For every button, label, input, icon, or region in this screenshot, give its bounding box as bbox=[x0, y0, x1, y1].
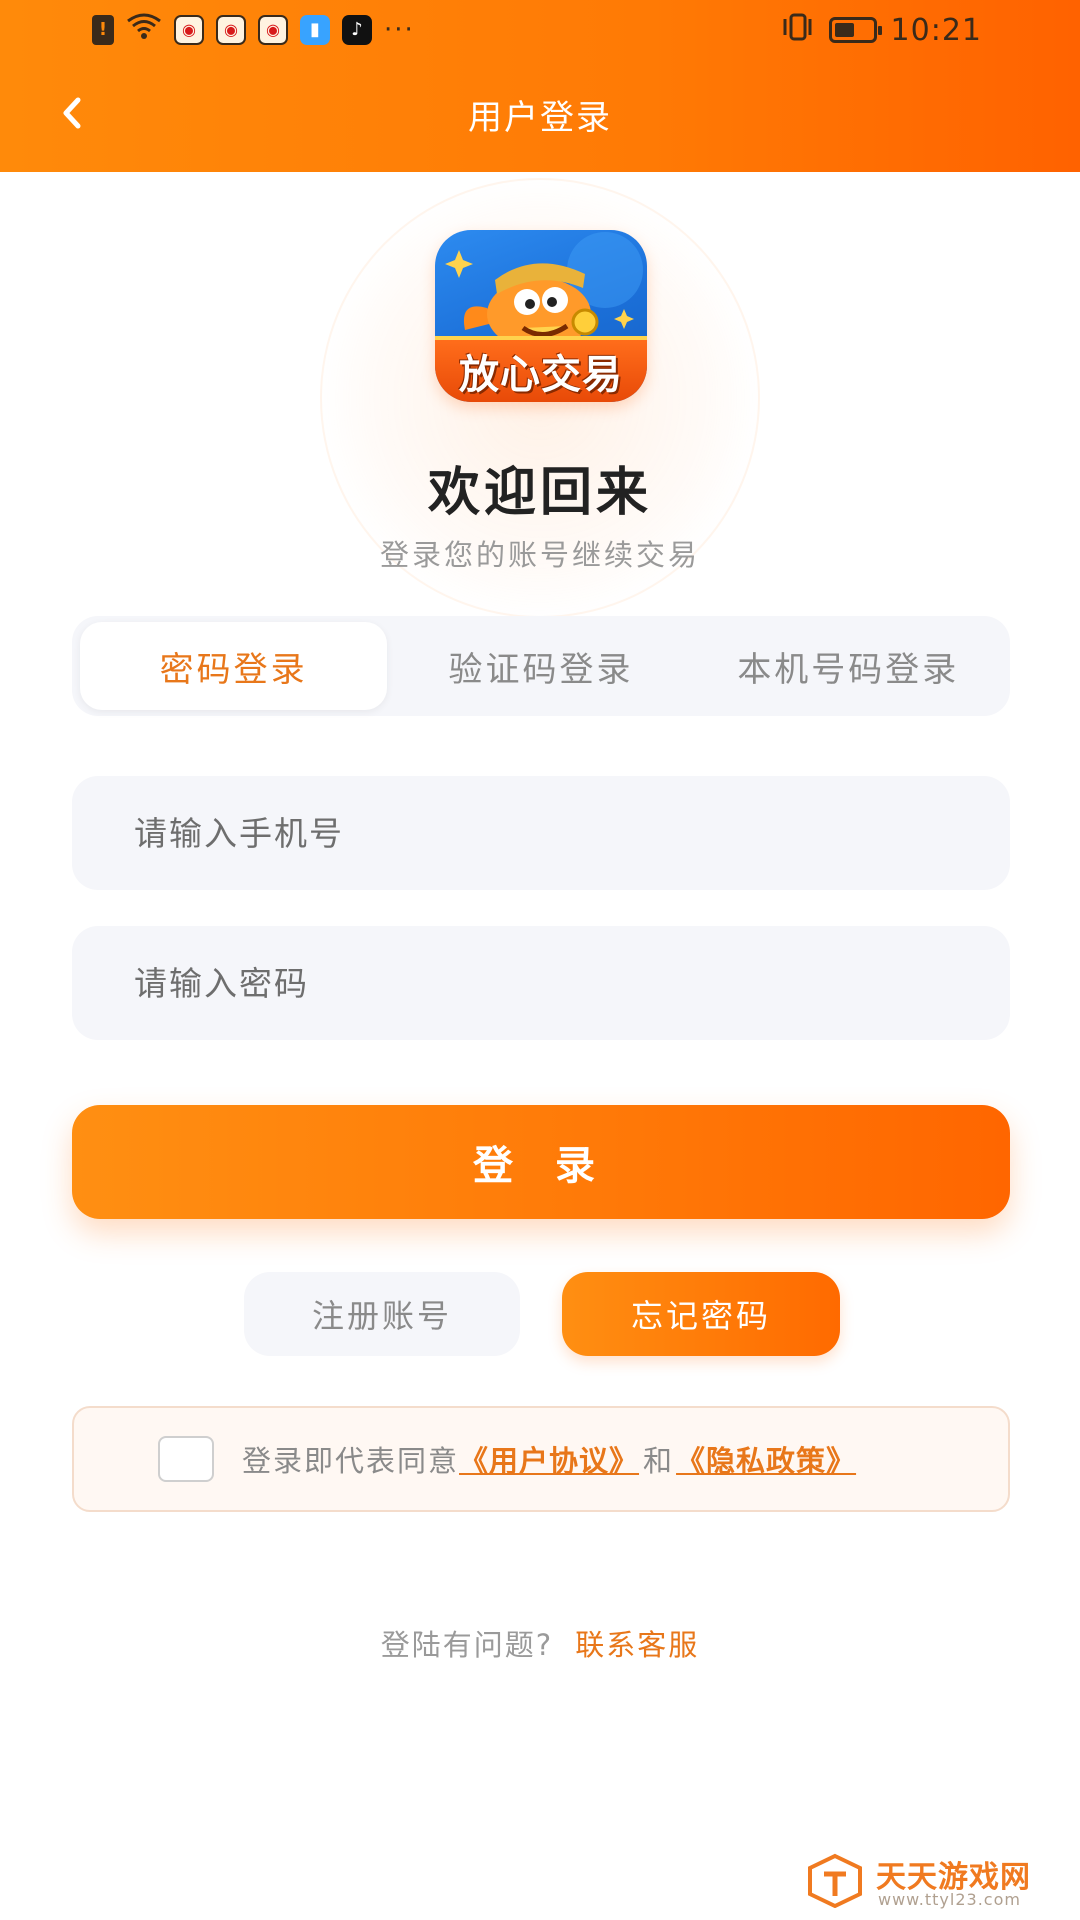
phone-field bbox=[72, 776, 1010, 890]
site-watermark: 天天游戏网 www.ttyl23.com bbox=[806, 1852, 1056, 1909]
warning-icon: ! bbox=[92, 15, 114, 45]
agreement-and: 和 bbox=[643, 1444, 673, 1478]
logo-banner-text: 放心交易 bbox=[435, 336, 647, 402]
tab-local-number-login[interactable]: 本机号码登录 bbox=[695, 622, 1002, 710]
privacy-policy-link[interactable]: 《隐私政策》 bbox=[676, 1438, 856, 1480]
battery-icon bbox=[828, 17, 882, 43]
weibo-icon: ◉ bbox=[258, 15, 288, 45]
status-bar: ! ◉ ◉ ◉ ▮ ♪ ··· 10:21 bbox=[0, 0, 1080, 60]
forgot-password-button[interactable]: 忘记密码 bbox=[562, 1272, 840, 1356]
help-row: 登陆有问题? 联系客服 bbox=[0, 1622, 1080, 1664]
book-icon: ▮ bbox=[300, 15, 330, 45]
status-notification-icons: ! ◉ ◉ ◉ ▮ ♪ ··· bbox=[92, 12, 415, 48]
app-logo: 放心交易 bbox=[435, 230, 647, 402]
weibo-icon: ◉ bbox=[216, 15, 246, 45]
tiktok-icon: ♪ bbox=[342, 15, 372, 45]
agreement-prefix: 登录即代表同意 bbox=[242, 1444, 460, 1478]
user-agreement-link[interactable]: 《用户协议》 bbox=[459, 1438, 639, 1480]
weibo-icon: ◉ bbox=[174, 15, 204, 45]
login-button[interactable]: 登 录 bbox=[72, 1105, 1010, 1219]
app-header: ! ◉ ◉ ◉ ▮ ♪ ··· 10:21 用户登录 bbox=[0, 0, 1080, 172]
agreement-box: 登录即代表同意 《用户协议》 和 《隐私政策》 bbox=[72, 1406, 1010, 1512]
phone-input[interactable] bbox=[134, 813, 1010, 853]
tab-sms-code-login[interactable]: 验证码登录 bbox=[387, 622, 694, 710]
help-question: 登陆有问题? bbox=[380, 1628, 554, 1662]
register-button[interactable]: 注册账号 bbox=[244, 1272, 520, 1356]
password-input[interactable] bbox=[134, 963, 1010, 1003]
password-field bbox=[72, 926, 1010, 1040]
watermark-logo-icon bbox=[808, 1853, 862, 1908]
status-system-icons: 10:21 bbox=[781, 12, 982, 48]
agreement-checkbox[interactable] bbox=[158, 1436, 214, 1482]
welcome-subtitle: 登录您的账号继续交易 bbox=[379, 538, 700, 572]
contact-support-link[interactable]: 联系客服 bbox=[575, 1628, 699, 1662]
login-method-tabs: 密码登录 验证码登录 本机号码登录 bbox=[72, 616, 1010, 716]
vibrate-icon bbox=[781, 13, 815, 48]
watermark-url: www.ttyl23.com bbox=[878, 1890, 1021, 1909]
status-time: 10:21 bbox=[890, 12, 982, 48]
wifi-icon bbox=[126, 11, 162, 49]
page-title: 用户登录 bbox=[468, 98, 612, 138]
tab-password-login[interactable]: 密码登录 bbox=[80, 622, 388, 710]
more-dots-icon: ··· bbox=[384, 15, 415, 45]
welcome-title: 欢迎回来 bbox=[427, 463, 652, 523]
